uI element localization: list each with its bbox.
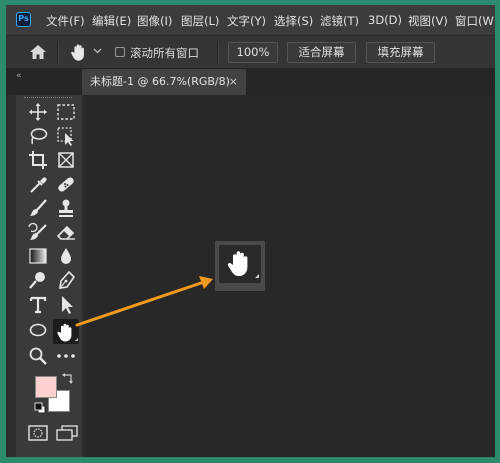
swap-colors-icon[interactable] — [62, 372, 74, 384]
fit-screen-button[interactable]: 适合屏幕 — [287, 42, 356, 63]
collapse-panel-icon[interactable]: « — [16, 71, 22, 81]
crop-icon[interactable] — [26, 149, 50, 171]
marquee-icon[interactable] — [54, 101, 78, 123]
ps-logo: Ps — [16, 12, 31, 27]
ellipse-icon[interactable] — [26, 319, 50, 341]
hand-tool-callout — [215, 241, 265, 291]
history-brush-icon[interactable] — [26, 221, 50, 243]
menu-select[interactable]: 选择(S) — [274, 13, 313, 29]
hand-tool-callout-button — [219, 245, 261, 283]
quick-mask-icon[interactable] — [28, 425, 48, 441]
screen-mode-icon[interactable] — [56, 425, 78, 441]
object-select-icon[interactable] — [54, 125, 78, 147]
photoshop-window: Ps 文件(F) 编辑(E) 图像(I) 图层(L) 文字(Y) 选择(S) 滤… — [0, 0, 500, 463]
healing-icon[interactable] — [54, 173, 78, 195]
zoom-icon[interactable] — [26, 345, 50, 367]
dodge-icon[interactable] — [26, 269, 50, 291]
menu-3d[interactable]: 3D(D) — [368, 13, 402, 27]
frame-icon[interactable] — [54, 149, 78, 171]
type-icon[interactable] — [26, 293, 50, 315]
document-tab[interactable]: 未标题-1 @ 66.7%(RGB/8) × — [82, 69, 246, 95]
zoom-100-button[interactable]: 100% — [228, 42, 278, 63]
stamp-icon[interactable] — [54, 197, 78, 219]
hand-icon — [227, 251, 259, 278]
menu-layer[interactable]: 图层(L) — [181, 13, 219, 29]
menu-image[interactable]: 图像(I) — [137, 13, 172, 29]
hand-tool-active[interactable] — [53, 319, 79, 344]
hand-icon — [57, 323, 78, 342]
brush-icon[interactable] — [26, 197, 50, 219]
menu-bar: Ps 文件(F) 编辑(E) 图像(I) 图层(L) 文字(Y) 选择(S) 滤… — [6, 5, 495, 35]
close-icon[interactable]: × — [229, 69, 238, 95]
home-icon[interactable] — [28, 43, 48, 61]
scroll-all-windows-label: 滚动所有窗口 — [130, 46, 199, 60]
menu-view[interactable]: 视图(V) — [408, 13, 448, 29]
eyedropper-icon[interactable] — [26, 173, 50, 195]
eraser-icon[interactable] — [54, 221, 78, 243]
document-tab-bar: « 未标题-1 @ 66.7%(RGB/8) × — [6, 69, 495, 95]
scroll-all-windows-checkbox[interactable] — [115, 47, 125, 57]
app-frame: Ps 文件(F) 编辑(E) 图像(I) 图层(L) 文字(Y) 选择(S) 滤… — [6, 5, 495, 457]
fill-screen-button[interactable]: 填充屏幕 — [366, 42, 435, 63]
hand-icon[interactable] — [68, 41, 90, 63]
options-separator — [217, 42, 219, 64]
move-icon[interactable] — [26, 101, 50, 123]
lasso-icon[interactable] — [26, 125, 50, 147]
menu-file[interactable]: 文件(F) — [46, 13, 85, 29]
tools-panel — [16, 95, 82, 457]
blur-icon[interactable] — [54, 245, 78, 267]
more-icon[interactable] — [54, 345, 78, 367]
document-tab-title: 未标题-1 @ 66.7%(RGB/8) — [90, 75, 230, 88]
canvas-area[interactable] — [84, 95, 495, 457]
options-separator — [57, 42, 59, 64]
menu-window[interactable]: 窗口(W — [455, 13, 494, 29]
default-colors-icon[interactable] — [34, 402, 46, 414]
pen-icon[interactable] — [54, 269, 78, 291]
options-bar: 滚动所有窗口 100% 适合屏幕 填充屏幕 — [6, 35, 495, 69]
foreground-color-swatch[interactable] — [35, 376, 57, 398]
menu-filter[interactable]: 滤镜(T) — [320, 13, 359, 29]
gradient-icon[interactable] — [26, 245, 50, 267]
path-select-icon[interactable] — [54, 293, 78, 315]
chevron-down-icon[interactable] — [93, 48, 102, 54]
menu-type[interactable]: 文字(Y) — [227, 13, 266, 29]
menu-edit[interactable]: 编辑(E) — [92, 13, 131, 29]
